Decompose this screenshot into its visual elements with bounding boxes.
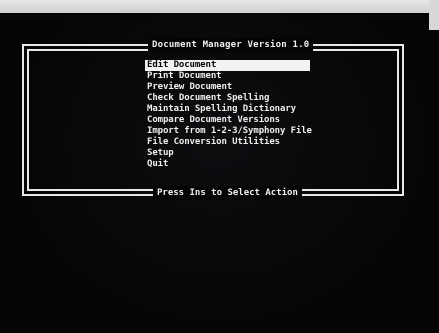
monitor-screen: Document Manager Version 1.0 Edit Docume… xyxy=(0,0,439,333)
status-hint: Press Ins to Select Action xyxy=(153,186,302,200)
menu-item-print-document[interactable]: Print Document xyxy=(145,71,320,82)
menu-item-quit[interactable]: Quit xyxy=(145,159,320,170)
menu-item-setup[interactable]: Setup xyxy=(145,148,320,159)
menu-item-compare-versions[interactable]: Compare Document Versions xyxy=(145,115,320,126)
menu-item-preview-document[interactable]: Preview Document xyxy=(145,82,320,93)
menu-item-file-conversion[interactable]: File Conversion Utilities xyxy=(145,137,320,148)
window-title: Document Manager Version 1.0 xyxy=(148,38,314,52)
menu-item-maintain-dictionary[interactable]: Maintain Spelling Dictionary xyxy=(145,104,320,115)
monitor-bezel-corner xyxy=(429,0,439,30)
menu-item-edit-document[interactable]: Edit Document xyxy=(145,60,310,71)
monitor-bezel-top xyxy=(0,0,439,13)
main-menu: Edit Document Print Document Preview Doc… xyxy=(145,60,320,170)
menu-item-check-spelling[interactable]: Check Document Spelling xyxy=(145,93,320,104)
menu-item-import-file[interactable]: Import from 1-2-3/Symphony File xyxy=(145,126,320,137)
